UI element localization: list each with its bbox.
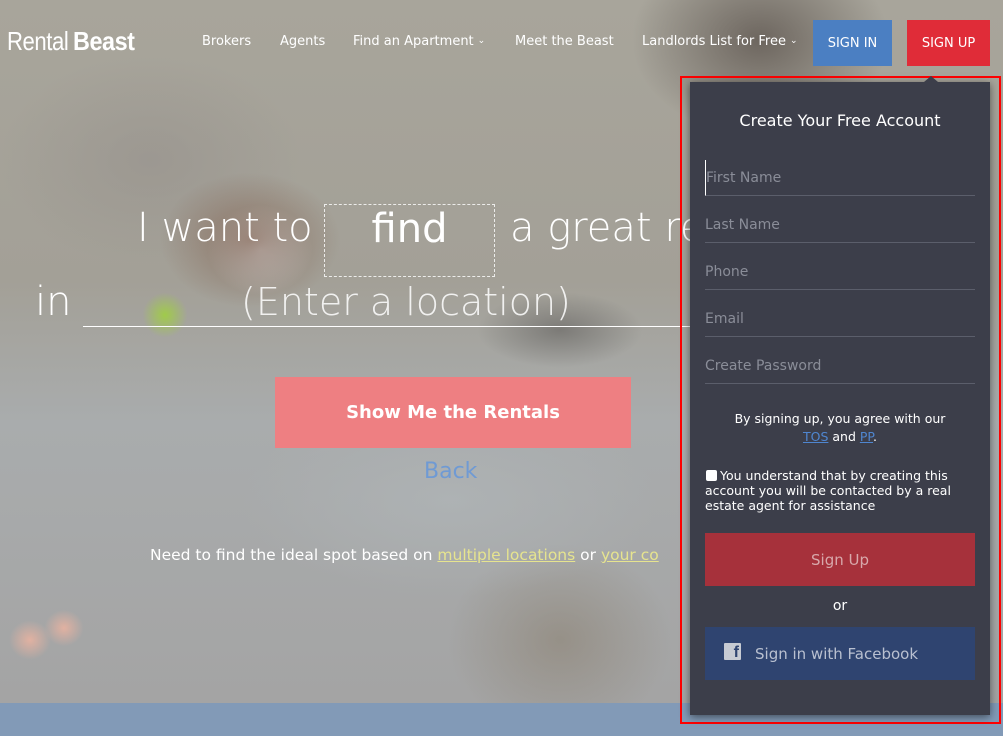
terms-agreement-text: By signing up, you agree with our TOS an… — [705, 410, 975, 446]
privacy-policy-link[interactable]: PP — [860, 429, 873, 444]
nav-item-landlords-list[interactable]: Landlords List for Free ⌄ — [642, 33, 798, 52]
agree-line: By signing up, you agree with our — [734, 411, 946, 426]
nav-item-find-an-apartment[interactable]: Find an Apartment ⌄ — [353, 33, 485, 52]
hero-in-label: in — [35, 279, 72, 325]
facebook-button-label: Sign in with Facebook — [755, 644, 919, 663]
chevron-down-icon: ⌄ — [477, 36, 486, 46]
consent-checkbox[interactable] — [706, 470, 717, 481]
multi-search-footnote: Need to find the ideal spot based on mul… — [150, 545, 659, 565]
email-field[interactable] — [705, 301, 975, 337]
site-header: Rental Beast Brokers Agents Find an Apart… — [0, 0, 1003, 84]
phone-field[interactable] — [705, 254, 975, 290]
nav-label: Meet the Beast — [515, 34, 614, 49]
chevron-down-icon: ⌄ — [790, 36, 798, 46]
nav-label: Brokers — [202, 34, 252, 49]
last-name-field[interactable] — [705, 207, 975, 243]
password-field[interactable] — [705, 348, 975, 384]
footnote-or: or — [575, 546, 601, 564]
hero-prefix-text: I want to — [137, 205, 313, 251]
tos-link[interactable]: TOS — [803, 429, 828, 444]
logo-text-light: Rental — [7, 26, 69, 56]
facebook-sign-in-button[interactable]: f Sign in with Facebook — [705, 627, 975, 680]
location-input[interactable] — [83, 278, 690, 327]
first-name-field[interactable] — [705, 160, 975, 196]
footnote-text: Need to find the ideal spot based on — [150, 546, 438, 564]
nav-label: Find an Apartment — [353, 34, 474, 49]
sign-in-button[interactable]: SIGN IN — [813, 20, 892, 66]
sign-up-submit-button[interactable]: Sign Up — [705, 533, 975, 586]
nav-label: Landlords List for Free — [642, 34, 786, 49]
nav-label: Agents — [280, 34, 326, 49]
agent-contact-consent: You understand that by creating this acc… — [705, 468, 975, 513]
consent-label: You understand that by creating this acc… — [705, 468, 951, 513]
period: . — [873, 429, 877, 444]
panel-pointer-arrow — [924, 76, 938, 82]
signup-panel-title: Create Your Free Account — [739, 111, 941, 130]
or-divider: or — [832, 598, 848, 614]
commute-link[interactable]: your co — [601, 546, 659, 564]
verb-selector[interactable]: find — [324, 204, 495, 277]
facebook-icon-glyph: f — [733, 643, 739, 661]
nav-item-meet-the-beast[interactable]: Meet the Beast — [515, 33, 614, 51]
nav-item-agents[interactable]: Agents — [280, 33, 325, 51]
multiple-locations-link[interactable]: multiple locations — [437, 546, 575, 564]
back-link[interactable]: Back — [424, 458, 477, 486]
show-rentals-button[interactable]: Show Me the Rentals — [275, 377, 631, 448]
nav-item-brokers[interactable]: Brokers — [202, 33, 251, 51]
verb-selector-value: find — [371, 206, 448, 252]
hero-suffix-text: a great re — [510, 205, 705, 251]
sign-up-button[interactable]: SIGN UP — [907, 20, 990, 66]
facebook-icon: f — [724, 642, 741, 661]
and-text: and — [828, 429, 860, 444]
rentalbeast-logo[interactable]: Rental Beast — [7, 25, 141, 57]
agree-links-line: TOS and PP. — [705, 428, 975, 446]
logo-text-bold: Beast — [73, 26, 135, 56]
